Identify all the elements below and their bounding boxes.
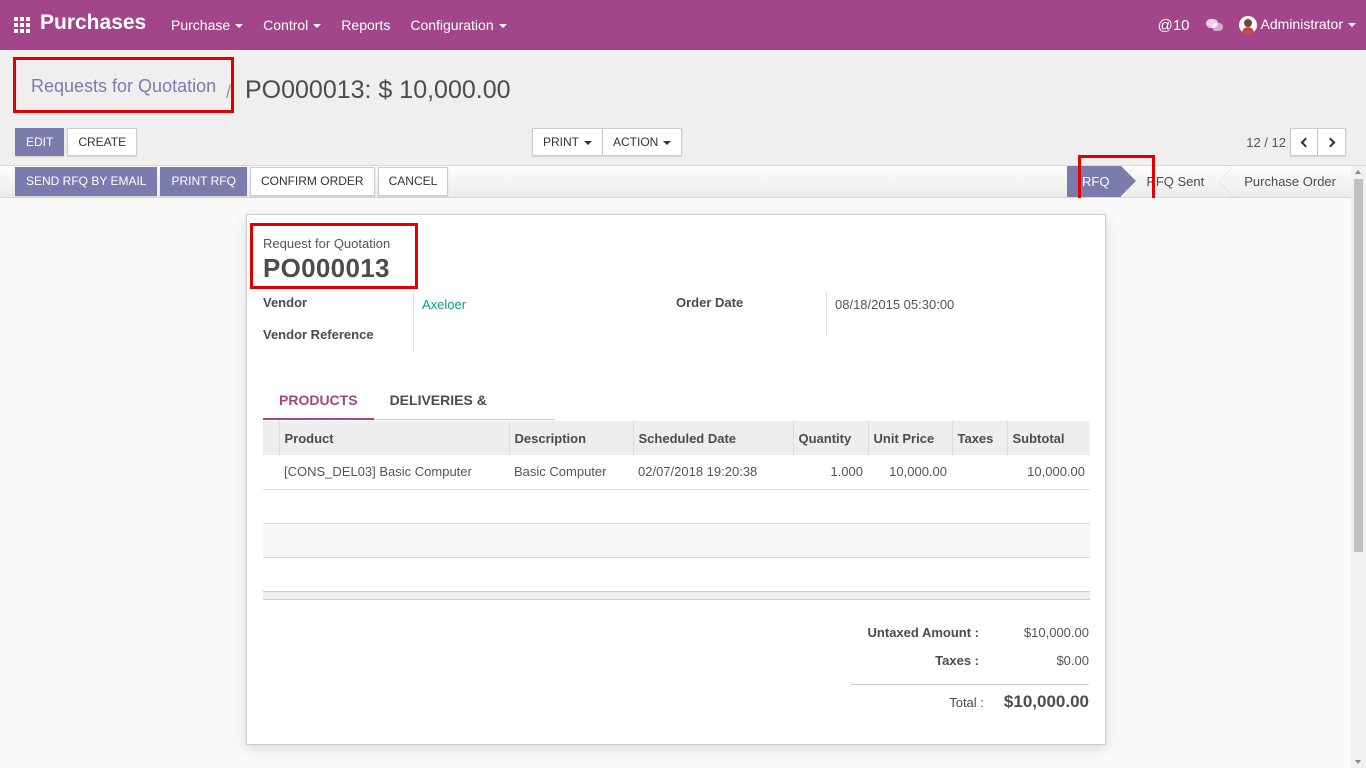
send-rfq-by-email-button[interactable]: SEND RFQ BY EMAIL xyxy=(15,167,158,196)
caret-down-icon xyxy=(584,140,592,145)
caret-down-icon xyxy=(235,24,244,29)
vendor-field[interactable]: Axeloer xyxy=(422,297,466,312)
print-rfq-button[interactable]: PRINT RFQ xyxy=(160,167,247,196)
stage-purchase-order[interactable]: Purchase Order xyxy=(1219,166,1351,197)
handle-column xyxy=(263,421,279,455)
stage-rfq[interactable]: RFQ xyxy=(1066,166,1138,197)
divider xyxy=(413,291,414,353)
total-value: $10,000.00 xyxy=(1003,692,1089,711)
chevron-left-icon xyxy=(1300,137,1311,148)
pager-next-button[interactable] xyxy=(1318,128,1346,156)
column-header-unit-price[interactable]: Unit Price xyxy=(867,421,952,455)
table-row-empty xyxy=(263,557,1090,591)
main-menu: Purchase Control Reports Configuration xyxy=(161,0,517,50)
untaxed-amount-value: $10,000.00 xyxy=(1023,625,1089,640)
top-navbar: Purchases Purchase Control Reports Confi… xyxy=(0,0,1366,50)
quantity-cell[interactable]: 1.000 xyxy=(793,455,868,490)
table-row[interactable]: [CONS_DEL03] Basic Computer Basic Comput… xyxy=(263,455,1090,490)
untaxed-amount-label: Untaxed Amount : xyxy=(867,625,979,640)
tab-products[interactable]: PRODUCTS xyxy=(263,381,374,420)
caret-down-icon xyxy=(313,24,322,29)
vendor-reference-field[interactable] xyxy=(422,325,652,345)
action-dropdown[interactable]: ACTION xyxy=(603,128,683,156)
taxes-cell[interactable] xyxy=(952,455,1007,490)
app-title: Purchases xyxy=(40,11,147,34)
unit-price-cell[interactable]: 10,000.00 xyxy=(868,455,952,490)
pager-value[interactable]: 12 / 12 xyxy=(1246,135,1286,150)
description-cell[interactable]: Basic Computer xyxy=(509,455,633,490)
taxes-label: Taxes : xyxy=(935,653,979,668)
total-label: Total : xyxy=(949,694,984,710)
table-row-empty xyxy=(263,523,1090,558)
breadcrumb-requests-for-quotation[interactable]: Requests for Quotation xyxy=(31,76,216,97)
caret-down-icon xyxy=(663,140,672,145)
apps-grid-icon[interactable] xyxy=(14,17,32,33)
table-footer xyxy=(263,590,1090,600)
tab-deliveries-invoices[interactable]: DELIVERIES & INVOICES xyxy=(374,381,555,447)
avatar xyxy=(1238,16,1257,35)
print-dropdown[interactable]: PRINT xyxy=(532,128,603,156)
confirm-order-button[interactable]: CONFIRM ORDER xyxy=(249,167,375,196)
pager: 12 / 12 xyxy=(1246,128,1346,156)
menu-reports[interactable]: Reports xyxy=(331,0,400,50)
menu-control[interactable]: Control xyxy=(253,0,331,50)
create-button[interactable]: CREATE xyxy=(67,128,138,156)
mentions-counter[interactable]: @10 xyxy=(1158,17,1190,34)
document-number: PO000013 xyxy=(263,253,390,283)
form-view: Request for Quotation PO000013 Vendor Ax… xyxy=(0,198,1351,768)
order-totals: Untaxed Amount : $10,000.00 Taxes : $0.0… xyxy=(851,625,1089,719)
menu-purchase[interactable]: Purchase xyxy=(161,0,253,50)
scrollbar[interactable] xyxy=(1351,166,1366,768)
column-header-product[interactable]: Product xyxy=(278,421,509,455)
taxes-value: $0.00 xyxy=(1056,653,1089,668)
form-sheet: Request for Quotation PO000013 Vendor Ax… xyxy=(246,214,1106,745)
caret-down-icon xyxy=(1348,23,1356,28)
stage-pipeline: RFQ RFQ Sent Purchase Order xyxy=(1066,166,1351,197)
record-title: PO000013: $ 10,000.00 xyxy=(245,76,511,104)
control-panel: Requests for Quotation / PO000013: $ 10,… xyxy=(0,50,1366,166)
document-type-label: Request for Quotation xyxy=(263,236,391,251)
scroll-down-icon[interactable] xyxy=(1355,760,1361,764)
order-lines-table: Product Description Scheduled Date Quant… xyxy=(263,421,1090,600)
table-header: Product Description Scheduled Date Quant… xyxy=(263,421,1090,455)
notebook-tabs: PRODUCTS DELIVERIES & INVOICES xyxy=(263,381,555,447)
divider xyxy=(826,291,827,337)
column-header-subtotal[interactable]: Subtotal xyxy=(1006,421,1090,455)
column-header-taxes[interactable]: Taxes xyxy=(951,421,1007,455)
product-cell[interactable]: [CONS_DEL03] Basic Computer xyxy=(279,455,509,490)
table-row-empty xyxy=(263,489,1090,524)
cancel-button[interactable]: Cancel xyxy=(377,167,449,196)
statusbar: SEND RFQ BY EMAIL PRINT RFQ CONFIRM ORDE… xyxy=(0,166,1351,198)
menu-configuration[interactable]: Configuration xyxy=(400,0,516,50)
scheduled-date-cell[interactable]: 02/07/2018 19:20:38 xyxy=(633,455,793,490)
breadcrumb-separator: / xyxy=(226,82,232,102)
chevron-right-icon xyxy=(1325,137,1335,148)
column-header-quantity[interactable]: Quantity xyxy=(792,421,868,455)
subtotal-cell: 10,000.00 xyxy=(1007,455,1090,490)
vendor-label: Vendor xyxy=(263,295,308,310)
caret-down-icon xyxy=(498,24,507,29)
column-header-scheduled-date[interactable]: Scheduled Date xyxy=(632,421,793,455)
scroll-up-icon[interactable] xyxy=(1355,170,1361,174)
scrollbar-thumb[interactable] xyxy=(1354,179,1363,552)
column-header-description[interactable]: Description xyxy=(508,421,633,455)
order-date-field[interactable]: 08/18/2015 05:30:00 xyxy=(835,297,954,312)
edit-button[interactable]: EDIT xyxy=(15,128,65,156)
vendor-reference-label: Vendor Reference xyxy=(263,327,374,342)
order-date-label: Order Date xyxy=(676,295,744,310)
user-menu[interactable]: Administrator xyxy=(1238,16,1356,35)
pager-previous-button[interactable] xyxy=(1290,128,1318,156)
chat-icon[interactable] xyxy=(1205,18,1223,32)
